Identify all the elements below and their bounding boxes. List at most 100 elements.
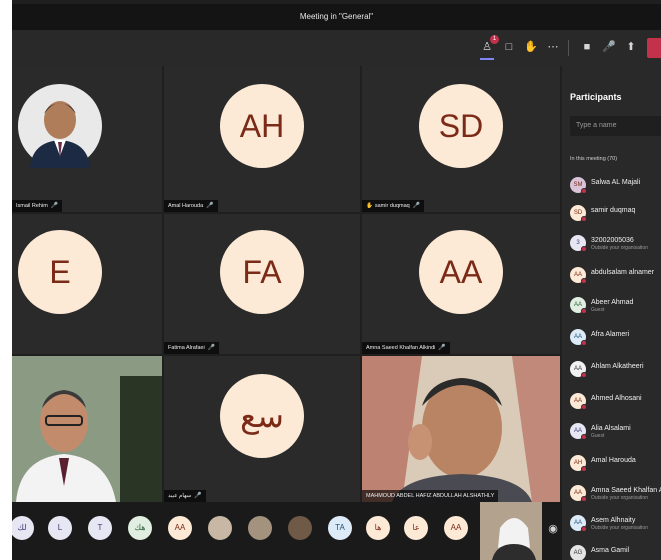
mic-muted-icon: 🎤 bbox=[438, 345, 446, 351]
self-view-video[interactable] bbox=[480, 502, 542, 560]
participant-avatar: AH bbox=[220, 84, 304, 168]
participant-list-item[interactable]: 3 32002005036 Outside your organisation bbox=[570, 230, 661, 256]
participant-list-item[interactable]: AA Asem Alhnaity Outside your organisati… bbox=[570, 510, 661, 536]
raised-hand-icon: ✋ bbox=[366, 203, 373, 209]
panel-title: Participants bbox=[570, 92, 622, 102]
mic-muted-icon: 🎤 bbox=[194, 493, 202, 499]
meeting-control-bar: ♙ 1 □ ✋ ⋯ ■ 🎤 ⬆ bbox=[12, 30, 661, 66]
strip-avatar[interactable]: AA bbox=[444, 516, 468, 540]
video-tile[interactable]: FA Fatima Alrafaei 🎤 bbox=[164, 214, 360, 354]
participant-list-item[interactable]: AA abdulsalam alnamer bbox=[570, 262, 661, 288]
participant-name: samir duqmaq bbox=[591, 207, 636, 214]
camera-icon: ■ bbox=[583, 41, 591, 53]
raise-hand-button[interactable]: ✋ bbox=[522, 38, 540, 56]
mic-icon: 🎤 bbox=[602, 41, 616, 53]
camera-switch-button[interactable]: ◉ bbox=[544, 520, 562, 538]
participants-count-badge: 1 bbox=[490, 35, 499, 44]
status-badge bbox=[581, 308, 587, 314]
self-view-feed bbox=[480, 502, 542, 560]
share-button[interactable]: ⬆ bbox=[622, 38, 640, 56]
status-badge bbox=[581, 466, 587, 472]
participant-list-item[interactable]: AA Afra Alameri bbox=[570, 324, 661, 350]
participant-name-tag: Fatima Alrafaei 🎤 bbox=[164, 342, 220, 354]
mic-muted-icon: 🎤 bbox=[206, 203, 214, 209]
participant-list-item[interactable]: SM Salwa AL Majali bbox=[570, 172, 661, 198]
participant-avatar: SD bbox=[419, 84, 503, 168]
status-badge bbox=[581, 340, 587, 346]
participant-name: Asem Alhnaity bbox=[591, 517, 636, 524]
strip-avatar[interactable]: عا bbox=[404, 516, 428, 540]
participant-subtitle: Guest bbox=[591, 433, 605, 439]
participant-avatar: AA bbox=[419, 230, 503, 314]
video-tile[interactable]: AH Amal Harouda 🎤 bbox=[164, 66, 360, 212]
hand-icon: ✋ bbox=[524, 41, 538, 53]
video-tile[interactable]: AA Amna Saeed Khalfan Alkindi 🎤 bbox=[362, 214, 560, 354]
video-tile[interactable]: E bbox=[12, 214, 162, 354]
participant-name-tag: سهام عبيد 🎤 bbox=[164, 490, 206, 502]
participant-name-tag: Amna Saeed Khalfan Alkindi 🎤 bbox=[362, 342, 450, 354]
participant-list-item[interactable]: AA Abeer Ahmad Guest bbox=[570, 292, 661, 318]
strip-avatar[interactable]: T bbox=[88, 516, 112, 540]
strip-avatar-photo[interactable] bbox=[248, 516, 272, 540]
strip-avatar[interactable]: هك bbox=[128, 516, 152, 540]
participant-name: Alia Alsalami bbox=[591, 425, 631, 432]
strip-avatar[interactable]: لك bbox=[12, 516, 34, 540]
active-underline bbox=[480, 58, 494, 60]
chat-button[interactable]: □ bbox=[500, 38, 518, 56]
status-badge bbox=[581, 372, 587, 378]
strip-avatar-photo[interactable] bbox=[288, 516, 312, 540]
video-tile[interactable]: Ismail Rehim 🎤 bbox=[12, 66, 162, 212]
participant-name: abdulsalam alnamer bbox=[591, 269, 655, 276]
participant-photo bbox=[18, 84, 102, 168]
participant-video-feed bbox=[12, 356, 162, 502]
participant-name: Ahlam Alkatheeri bbox=[591, 363, 644, 370]
video-tile[interactable]: SD ✋ samir duqmaq 🎤 bbox=[362, 66, 560, 212]
participants-button[interactable]: ♙ 1 bbox=[478, 35, 499, 60]
video-tile[interactable]: سع سهام عبيد 🎤 bbox=[164, 356, 360, 502]
participant-list-item[interactable]: SD samir duqmaq bbox=[570, 200, 661, 226]
mic-muted-icon: 🎤 bbox=[50, 203, 59, 209]
participant-video-feed bbox=[362, 356, 560, 502]
strip-avatar-photo[interactable] bbox=[208, 516, 232, 540]
participant-name-tag: MAHMOUD ABDEL HAFIZ ABDULLAH ALSHATHLY bbox=[362, 490, 499, 502]
strip-avatar[interactable]: ها bbox=[366, 516, 390, 540]
participant-list-item[interactable]: AA Ahlam Alkatheeri bbox=[570, 356, 661, 382]
strip-avatar[interactable]: L bbox=[48, 516, 72, 540]
status-badge bbox=[581, 434, 587, 440]
video-grid: Ismail Rehim 🎤 AH Amal Harouda 🎤 SD ✋ samir… bbox=[12, 66, 562, 502]
chat-icon: □ bbox=[505, 41, 513, 53]
more-actions-button[interactable]: ⋯ bbox=[544, 38, 562, 56]
video-tile[interactable] bbox=[12, 356, 162, 502]
more-icon: ⋯ bbox=[547, 41, 559, 53]
share-icon: ⬆ bbox=[626, 41, 636, 53]
status-badge bbox=[581, 496, 587, 502]
participant-list-item[interactable]: AG Asma Gamil bbox=[570, 540, 661, 560]
participant-list-item[interactable]: AA Alia Alsalami Guest bbox=[570, 418, 661, 444]
strip-avatar[interactable]: AA bbox=[168, 516, 192, 540]
status-badge bbox=[581, 278, 587, 284]
participant-name: 32002005036 bbox=[591, 237, 634, 244]
status-badge bbox=[581, 404, 587, 410]
participant-list-item[interactable]: AH Amal Harouda bbox=[570, 450, 661, 476]
participant-name: Salwa AL Majali bbox=[591, 179, 641, 186]
participant-name: Ahmed Alhosani bbox=[591, 395, 642, 402]
avatar: AG bbox=[570, 545, 586, 560]
leave-button[interactable] bbox=[647, 38, 661, 58]
search-input[interactable]: Type a name bbox=[570, 116, 661, 136]
participant-list-item[interactable]: AA Amna Saeed Khalfan Al Outside your or… bbox=[570, 480, 661, 506]
participant-list-item[interactable]: AA Ahmed Alhosani bbox=[570, 388, 661, 414]
strip-avatar[interactable]: TA bbox=[328, 516, 352, 540]
status-badge bbox=[581, 526, 587, 532]
status-badge bbox=[581, 246, 587, 252]
status-badge bbox=[581, 188, 587, 194]
participant-avatar: سع bbox=[220, 374, 304, 458]
video-tile[interactable]: MAHMOUD ABDEL HAFIZ ABDULLAH ALSHATHLY bbox=[362, 356, 560, 502]
status-badge bbox=[581, 216, 587, 222]
participant-name-tag: Amal Harouda 🎤 bbox=[164, 200, 218, 212]
participant-name-tag: Ismail Rehim 🎤 bbox=[12, 200, 63, 212]
mic-button[interactable]: 🎤 bbox=[600, 38, 618, 56]
camera-switch-icon: ◉ bbox=[548, 523, 558, 535]
camera-button[interactable]: ■ bbox=[578, 38, 596, 56]
participant-strip: لك L T هك AA TA ها عا AA ◉ bbox=[12, 502, 562, 560]
participant-subtitle: Outside your organisation bbox=[591, 495, 648, 501]
